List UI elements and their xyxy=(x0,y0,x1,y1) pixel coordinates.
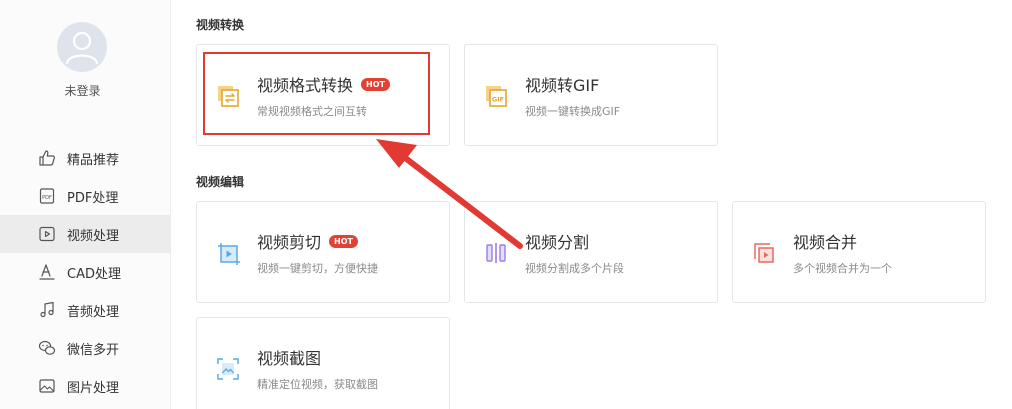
sidebar-item-label: 精品推荐 xyxy=(67,152,120,168)
card-video-cut[interactable]: 视频剪切 HOT 视频一键剪切，方便快捷 xyxy=(196,201,450,303)
sidebar-item-featured[interactable]: 精品推荐 xyxy=(0,139,171,177)
svg-text:GIF: GIF xyxy=(492,96,504,104)
card-video-split[interactable]: 视频分割 视频分割成多个片段 xyxy=(464,201,718,303)
thumb-up-icon xyxy=(38,149,56,167)
video-play-icon xyxy=(38,225,56,243)
video-cut-icon xyxy=(215,240,241,266)
card-title-wrap: 视频剪切 HOT xyxy=(257,229,358,253)
card-title: 视频合并 xyxy=(793,233,858,252)
card-desc: 常规视频格式之间互转 xyxy=(257,105,367,118)
sidebar-item-label: 视频处理 xyxy=(67,228,120,244)
card-title-wrap: 视频分割 xyxy=(525,229,589,253)
gif-icon: GIF xyxy=(483,83,509,109)
image-icon xyxy=(38,377,56,395)
card-title: 视频格式转换 xyxy=(257,76,354,95)
user-icon xyxy=(65,31,99,65)
video-screenshot-icon xyxy=(215,356,241,382)
card-video-merge[interactable]: 视频合并 多个视频合并为一个 xyxy=(732,201,986,303)
login-status[interactable]: 未登录 xyxy=(0,82,165,99)
card-desc: 视频一键剪切，方便快捷 xyxy=(257,262,378,275)
pdf-icon: PDF xyxy=(38,187,56,205)
sidebar-item-pdf[interactable]: PDF PDF处理 xyxy=(0,177,171,215)
card-title: 视频剪切 xyxy=(257,233,322,252)
card-desc: 视频一键转换成GIF xyxy=(525,105,621,118)
sidebar-item-label: 微信多开 xyxy=(67,342,120,358)
card-desc: 多个视频合并为一个 xyxy=(793,262,892,275)
card-title-wrap: 视频格式转换 HOT xyxy=(257,72,390,96)
avatar[interactable] xyxy=(57,22,107,72)
format-convert-icon xyxy=(215,83,241,109)
svg-text:PDF: PDF xyxy=(42,195,52,201)
card-desc: 视频分割成多个片段 xyxy=(525,262,624,275)
card-title: 视频截图 xyxy=(257,349,322,368)
card-title-wrap: 视频合并 xyxy=(793,229,857,253)
card-title-wrap: 视频转GIF xyxy=(525,72,599,96)
card-title-wrap: 视频截图 xyxy=(257,345,321,369)
sidebar-item-label: 图片处理 xyxy=(67,380,120,396)
cad-icon xyxy=(38,263,56,281)
sidebar-item-label: 音频处理 xyxy=(67,304,120,320)
card-video-to-gif[interactable]: GIF 视频转GIF 视频一键转换成GIF xyxy=(464,44,718,146)
hot-badge: HOT xyxy=(329,234,358,248)
section-title-convert: 视频转换 xyxy=(196,18,245,32)
sidebar-item-label: CAD处理 xyxy=(67,266,121,282)
music-note-icon xyxy=(38,301,56,319)
card-video-format-convert[interactable]: 视频格式转换 HOT 常规视频格式之间互转 xyxy=(196,44,450,146)
card-title: 视频转GIF xyxy=(525,76,600,95)
sidebar-item-image[interactable]: 图片处理 xyxy=(0,367,171,405)
sidebar-item-cad[interactable]: CAD处理 xyxy=(0,253,171,291)
sidebar-nav: 精品推荐 PDF PDF处理 视频处理 CAD处理 音频处理 微信多开 图片处理 xyxy=(0,139,171,405)
card-video-screenshot[interactable]: 视频截图 精准定位视频，获取截图 xyxy=(196,317,450,409)
video-merge-icon xyxy=(751,240,777,266)
hot-badge: HOT xyxy=(361,77,390,91)
sidebar-item-audio[interactable]: 音频处理 xyxy=(0,291,171,329)
sidebar-item-video[interactable]: 视频处理 xyxy=(0,215,171,253)
sidebar: 未登录 精品推荐 PDF PDF处理 视频处理 CAD处理 音频处理 微信多开 … xyxy=(0,0,171,409)
wechat-icon xyxy=(38,339,56,357)
video-split-icon xyxy=(483,240,509,266)
card-desc: 精准定位视频，获取截图 xyxy=(257,378,378,391)
sidebar-item-wechat[interactable]: 微信多开 xyxy=(0,329,171,367)
section-title-edit: 视频编辑 xyxy=(196,175,245,189)
card-title: 视频分割 xyxy=(525,233,590,252)
sidebar-item-label: PDF处理 xyxy=(67,190,119,206)
